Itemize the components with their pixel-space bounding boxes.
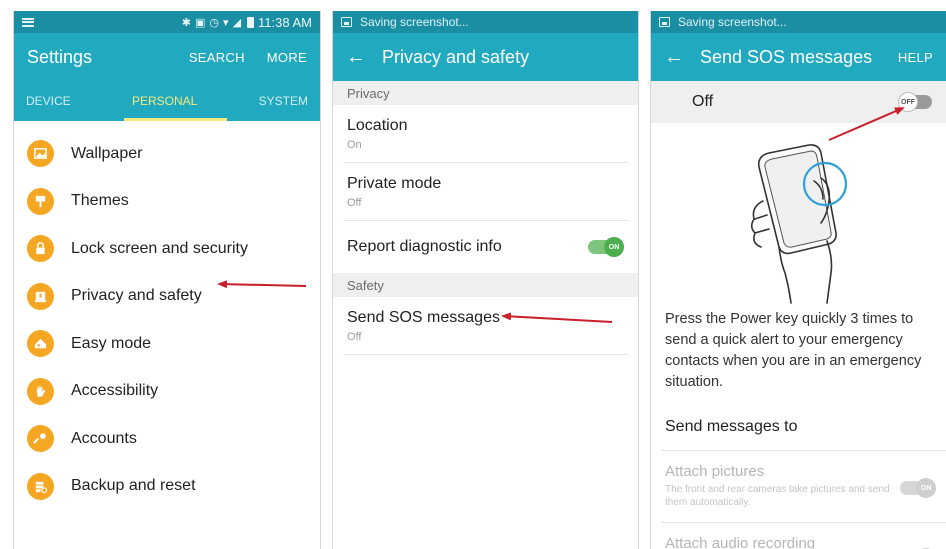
hand-icon — [27, 377, 54, 405]
report-diagnostic-toggle[interactable]: ON — [588, 237, 624, 257]
settings-screen: ✱ ▣ ◷ ▾ ◢ 11:38 AM Settings SEARCH MORE … — [13, 11, 321, 549]
sos-description: Press the Power key quickly 3 times to s… — [665, 311, 922, 390]
settings-item-label: Easy mode — [71, 334, 152, 352]
privacy-icon — [27, 282, 54, 310]
sos-app-bar: ← Send SOS messages HELP — [651, 33, 946, 81]
settings-item-themes[interactable]: Themes — [14, 178, 320, 226]
attach-pictures-description: The front and rear cameras take pictures… — [665, 484, 890, 508]
settings-item-label: Wallpaper — [71, 144, 143, 162]
divider — [343, 354, 628, 355]
toggle-knob: OFF — [898, 92, 918, 112]
settings-item-label: Privacy and safety — [71, 287, 202, 305]
notification-icon — [22, 17, 34, 27]
page-title: Settings — [27, 46, 93, 67]
brush-icon — [27, 187, 54, 215]
settings-item-label: Accounts — [71, 429, 137, 447]
help-button[interactable]: HELP — [898, 50, 933, 65]
page-title: Privacy and safety — [382, 46, 530, 67]
screenshot-icon — [341, 17, 352, 27]
nfc-icon: ▣ — [195, 16, 206, 29]
location-status: On — [347, 139, 362, 151]
sos-master-switch-bar[interactable]: Off OFF — [651, 81, 946, 123]
toggle-knob: ON — [916, 478, 936, 498]
page-title: Send SOS messages — [700, 46, 873, 67]
report-diagnostic-setting[interactable]: Report diagnostic info ON — [333, 221, 638, 273]
private-mode-status: Off — [347, 197, 362, 209]
hand-holding-phone-icon — [750, 144, 848, 304]
tab-personal[interactable]: PERSONAL — [132, 94, 197, 108]
settings-item-privacy[interactable]: Privacy and safety — [14, 273, 320, 321]
settings-item-label: Backup and reset — [71, 477, 196, 495]
settings-app-bar: Settings SEARCH MORE — [14, 33, 320, 81]
tutorial-stage: ✱ ▣ ◷ ▾ ◢ 11:38 AM Settings SEARCH MORE … — [0, 0, 946, 549]
toggle-knob: ON — [604, 237, 624, 257]
attach-audio-title: Attach audio recording — [665, 535, 816, 549]
lock-icon — [27, 235, 54, 263]
status-time: 11:38 AM — [258, 14, 312, 30]
status-bar: ✱ ▣ ◷ ▾ ◢ 11:38 AM — [14, 11, 320, 33]
attach-pictures-setting[interactable]: Attach pictures The front and rear camer… — [651, 451, 946, 523]
settings-tabs: DEVICE PERSONAL SYSTEM — [14, 81, 320, 121]
settings-item-wallpaper[interactable]: Wallpaper — [14, 130, 320, 178]
tab-system[interactable]: SYSTEM — [259, 94, 308, 108]
tab-device[interactable]: DEVICE — [26, 94, 71, 108]
settings-item-label: Themes — [71, 192, 129, 210]
wifi-icon: ▾ — [223, 16, 229, 29]
send-sos-title: Send SOS messages — [347, 309, 500, 326]
private-mode-title: Private mode — [347, 175, 442, 192]
send-sos-screen: Saving screenshot... ← Send SOS messages… — [650, 11, 946, 549]
attach-audio-setting[interactable]: Attach audio recording — [651, 523, 946, 549]
battery-icon — [247, 16, 255, 28]
status-bar: Saving screenshot... — [651, 11, 946, 33]
signal-icon: ◢ — [232, 16, 242, 29]
settings-item-easy-mode[interactable]: Easy mode — [14, 320, 320, 368]
settings-item-accessibility[interactable]: Accessibility — [14, 368, 320, 416]
send-sos-status: Off — [347, 331, 362, 343]
status-text: Saving screenshot... — [360, 15, 469, 29]
send-messages-to-setting[interactable]: Send messages to — [651, 403, 946, 451]
wallpaper-icon — [27, 140, 54, 168]
privacy-app-bar: ← Privacy and safety — [333, 33, 638, 81]
key-icon — [27, 425, 54, 453]
settings-item-backup[interactable]: Backup and reset — [14, 463, 320, 511]
alarm-icon: ◷ — [209, 16, 220, 29]
status-indicators: ✱ ▣ ◷ ▾ ◢ 11:38 AM — [182, 15, 312, 30]
attach-pictures-title: Attach pictures — [665, 463, 765, 480]
back-arrow-icon[interactable]: ← — [346, 47, 366, 67]
send-messages-to-label: Send messages to — [665, 418, 798, 435]
section-header-privacy: Privacy — [333, 81, 638, 105]
attach-pictures-toggle[interactable]: ON — [900, 478, 936, 498]
settings-item-lock-screen[interactable]: Lock screen and security — [14, 225, 320, 273]
search-button[interactable]: SEARCH — [189, 50, 245, 65]
section-header-safety: Safety — [333, 273, 638, 297]
more-button[interactable]: MORE — [267, 50, 307, 65]
master-switch-label: Off — [692, 93, 714, 110]
backup-icon — [27, 472, 54, 500]
power-key-illustration — [651, 123, 946, 309]
screenshot-icon — [659, 17, 670, 27]
location-setting[interactable]: Location On — [333, 105, 638, 163]
active-tab-indicator — [124, 118, 227, 121]
status-text: Saving screenshot... — [678, 15, 787, 29]
bluetooth-icon: ✱ — [181, 16, 192, 29]
sos-master-toggle[interactable]: OFF — [898, 92, 932, 112]
private-mode-setting[interactable]: Private mode Off — [333, 163, 638, 221]
status-bar: Saving screenshot... — [333, 11, 638, 33]
report-diagnostic-title: Report diagnostic info — [347, 238, 502, 255]
send-sos-setting[interactable]: Send SOS messages Off — [333, 297, 638, 355]
settings-item-label: Lock screen and security — [71, 239, 248, 257]
settings-list: Wallpaper Themes Lock screen and securit… — [14, 121, 320, 510]
settings-item-accounts[interactable]: Accounts — [14, 415, 320, 463]
privacy-safety-screen: Saving screenshot... ← Privacy and safet… — [332, 11, 639, 549]
location-title: Location — [347, 117, 408, 134]
back-arrow-icon[interactable]: ← — [664, 47, 684, 67]
easy-mode-icon — [27, 330, 54, 358]
settings-item-label: Accessibility — [71, 382, 159, 400]
